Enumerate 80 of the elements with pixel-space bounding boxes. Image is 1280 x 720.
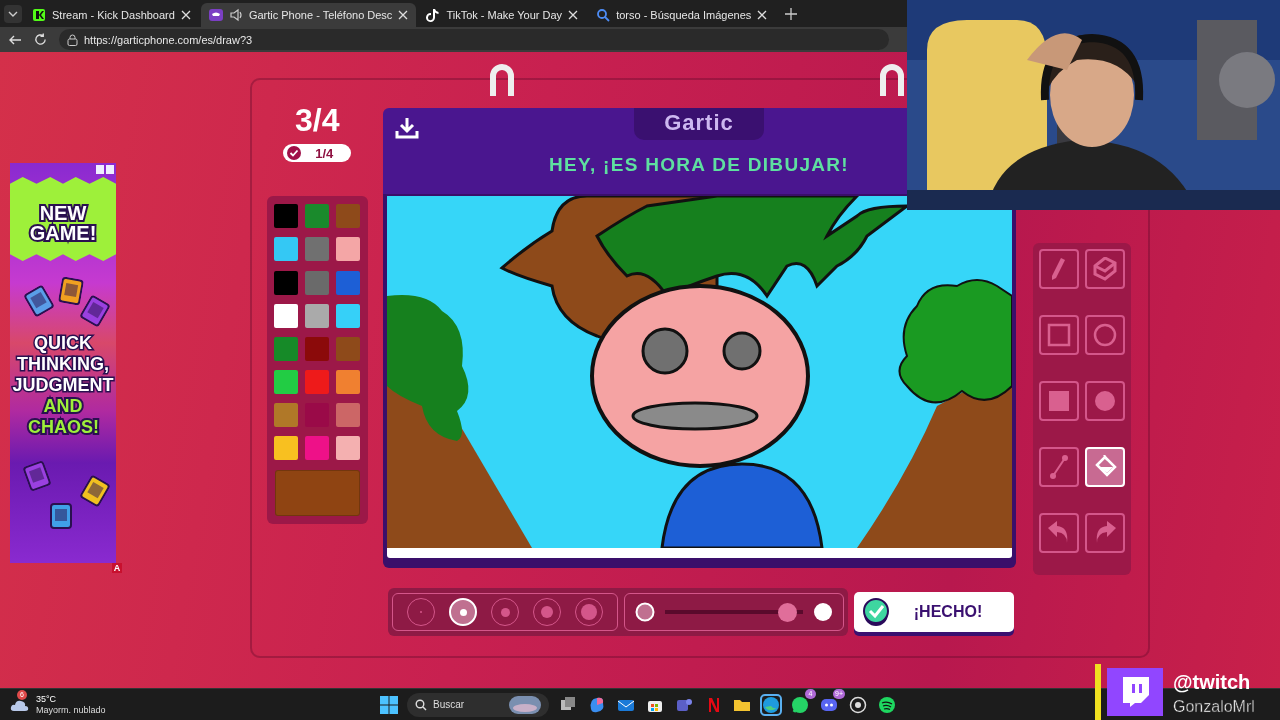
address-bar[interactable]: https://garticphone.com/es/draw?3 bbox=[59, 29, 889, 50]
instruction-title: HEY, ¡ES HORA DE DIBUJAR! bbox=[549, 154, 849, 176]
close-icon[interactable] bbox=[180, 10, 191, 20]
card-icon bbox=[22, 284, 56, 318]
color-swatch[interactable] bbox=[305, 204, 330, 228]
stream-handle: @twitch bbox=[1173, 671, 1252, 693]
twitch-logo-icon bbox=[1120, 676, 1150, 708]
search-highlight-icon bbox=[509, 695, 541, 714]
browser-tab[interactable]: TikTok - Make Your Day bbox=[418, 3, 587, 27]
color-swatch[interactable] bbox=[274, 436, 299, 460]
ad-headline: NEW GAME! bbox=[28, 203, 98, 243]
circle-icon bbox=[1092, 323, 1117, 347]
filled-square-icon bbox=[1046, 389, 1071, 413]
color-swatch[interactable] bbox=[305, 370, 330, 394]
close-icon[interactable] bbox=[757, 10, 768, 20]
card-icon bbox=[50, 503, 72, 529]
browser-tab[interactable]: Stream - Kick Dashboard bbox=[24, 3, 199, 27]
ad-marker[interactable]: A bbox=[112, 563, 122, 573]
search-icon bbox=[596, 8, 611, 22]
ad-info-icon[interactable] bbox=[96, 165, 114, 174]
opacity-low-icon bbox=[635, 602, 655, 622]
color-swatch[interactable] bbox=[274, 304, 299, 328]
color-swatch[interactable] bbox=[305, 337, 330, 361]
taskbar-search-field[interactable]: Buscar bbox=[407, 692, 549, 717]
ad-tagline: AND CHAOS! bbox=[28, 396, 98, 438]
new-tab-icon[interactable] bbox=[785, 7, 798, 20]
streamer-name: GonzaloMrl bbox=[1173, 697, 1255, 717]
weather-condition: Mayorm. nublado bbox=[36, 704, 106, 716]
color-swatch[interactable] bbox=[305, 271, 330, 295]
color-swatch[interactable] bbox=[274, 271, 299, 295]
color-swatch[interactable] bbox=[336, 337, 361, 361]
download-icon[interactable] bbox=[394, 116, 419, 140]
ad-tagline: QUICK THINKING, JUDGMENT bbox=[11, 333, 115, 396]
color-swatch[interactable] bbox=[305, 304, 330, 328]
drawing-canvas[interactable] bbox=[386, 196, 1012, 558]
filled-circle-icon bbox=[1092, 389, 1117, 413]
color-swatch[interactable] bbox=[274, 204, 299, 228]
color-swatch[interactable] bbox=[274, 337, 299, 361]
color-swatch[interactable] bbox=[274, 370, 299, 394]
round-counter: 3/4 bbox=[295, 102, 340, 138]
search-icon bbox=[415, 698, 427, 711]
color-swatch[interactable] bbox=[336, 436, 361, 460]
browser-tab[interactable]: torso - Búsqueda Imágenes bbox=[588, 3, 776, 27]
start-icon[interactable] bbox=[380, 695, 398, 714]
chat-bubble-icon[interactable] bbox=[790, 694, 810, 715]
tab-list-icon[interactable] bbox=[4, 4, 22, 23]
browser-tab[interactable]: Gartic Phone - Teléfono Desc bbox=[200, 3, 417, 27]
pencil-icon bbox=[1051, 257, 1067, 281]
color-swatch[interactable] bbox=[305, 436, 330, 460]
square-icon bbox=[1046, 323, 1071, 347]
opacity-high-icon bbox=[813, 602, 833, 622]
kick-logo-icon bbox=[32, 8, 46, 22]
camera-icon[interactable] bbox=[848, 694, 868, 715]
reload-icon[interactable] bbox=[34, 33, 47, 46]
lock-icon bbox=[67, 33, 78, 46]
color-swatch[interactable] bbox=[336, 204, 361, 228]
spotify-icon[interactable] bbox=[877, 694, 897, 715]
color-swatch[interactable] bbox=[336, 403, 361, 427]
color-swatch[interactable] bbox=[274, 237, 299, 261]
logo: Gartic bbox=[634, 108, 764, 140]
close-icon[interactable] bbox=[568, 10, 579, 20]
edge-icon[interactable] bbox=[761, 694, 781, 715]
speaker-icon[interactable] bbox=[228, 8, 243, 22]
check-icon bbox=[862, 598, 890, 626]
weather-temperature: 35°C bbox=[36, 693, 58, 705]
color-swatch[interactable] bbox=[305, 237, 330, 261]
color-swatch[interactable] bbox=[336, 271, 361, 295]
check-circle-icon bbox=[287, 146, 302, 160]
color-swatch[interactable] bbox=[274, 403, 299, 427]
card-icon bbox=[78, 294, 112, 328]
accent-bar bbox=[1095, 664, 1101, 720]
close-icon[interactable] bbox=[398, 10, 409, 20]
color-swatch[interactable] bbox=[336, 370, 361, 394]
music-note-icon bbox=[426, 8, 441, 22]
slider-thumb[interactable] bbox=[778, 602, 798, 622]
card-icon bbox=[57, 276, 85, 306]
eraser-icon bbox=[1092, 257, 1117, 281]
players-done-badge: 1/4 bbox=[283, 144, 352, 162]
color-swatch[interactable] bbox=[336, 304, 361, 328]
color-swatch[interactable] bbox=[336, 237, 361, 261]
